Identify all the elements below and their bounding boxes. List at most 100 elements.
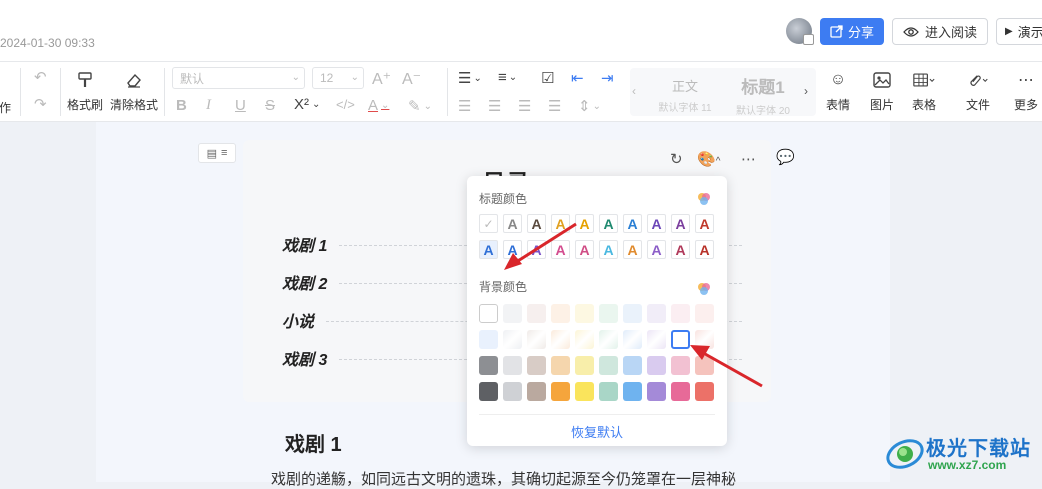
bg-color-swatch[interactable]	[479, 304, 498, 323]
file-button[interactable]: 文件	[966, 69, 990, 113]
bg-color-swatch[interactable]	[503, 304, 522, 323]
line-height-icon[interactable]: ⇕ ⌄	[578, 97, 601, 115]
title-color-swatch[interactable]: A	[623, 240, 642, 259]
checklist-icon[interactable]: ☑	[541, 69, 554, 87]
color-wheel-icon[interactable]	[696, 192, 712, 206]
bg-color-swatch[interactable]	[551, 330, 570, 349]
bg-color-swatch[interactable]	[695, 330, 714, 349]
style-body-option[interactable]: 正文 默认字体 11	[652, 76, 718, 114]
bullet-list-icon[interactable]: ☰ ⌄	[458, 69, 482, 87]
bg-color-swatch[interactable]	[623, 304, 642, 323]
bg-color-swatch[interactable]	[479, 356, 498, 375]
title-color-swatch[interactable]: A	[551, 214, 570, 233]
bg-color-swatch[interactable]	[503, 356, 522, 375]
font-color-icon[interactable]: A ⌄	[368, 97, 389, 114]
bg-color-swatch[interactable]	[551, 304, 570, 323]
title-color-swatch[interactable]: A	[695, 240, 714, 259]
more-button[interactable]: ⋯ 更多	[1014, 69, 1038, 113]
bg-color-swatch[interactable]	[527, 304, 546, 323]
bg-color-swatch[interactable]	[647, 356, 666, 375]
title-color-swatch[interactable]: A	[575, 214, 594, 233]
bg-color-swatch[interactable]	[695, 356, 714, 375]
bold-icon[interactable]: B	[176, 97, 187, 114]
bg-color-swatch[interactable]	[503, 330, 522, 349]
font-size-select[interactable]: 12 ⌄	[312, 67, 364, 89]
bg-color-swatch[interactable]	[575, 356, 594, 375]
bg-color-swatch[interactable]	[575, 330, 594, 349]
justify-icon[interactable]: ☰	[548, 97, 561, 115]
align-right-icon[interactable]: ☰	[518, 97, 531, 115]
outdent-icon[interactable]: ⇤	[571, 69, 584, 87]
bg-color-swatch[interactable]	[623, 382, 642, 401]
partial-left-tool[interactable]: 作	[0, 72, 16, 116]
bg-color-swatch[interactable]	[599, 382, 618, 401]
title-color-swatch[interactable]: A	[551, 240, 570, 259]
bg-color-swatch[interactable]	[647, 304, 666, 323]
bg-color-swatch[interactable]	[551, 356, 570, 375]
numbered-list-icon[interactable]: ≡ ⌄	[498, 69, 517, 86]
image-button[interactable]: 图片	[870, 69, 894, 113]
align-left-icon[interactable]: ☰	[458, 97, 471, 115]
highlight-icon[interactable]: ✎ ⌄	[408, 97, 432, 115]
title-color-swatch[interactable]: A	[527, 214, 546, 233]
clear-format-button[interactable]: 清除格式	[110, 69, 158, 113]
redo-icon[interactable]: ↷	[34, 95, 47, 113]
font-decrease-icon[interactable]: A⁻	[402, 69, 421, 89]
italic-icon[interactable]: I	[206, 97, 211, 114]
title-color-swatch[interactable]: A	[695, 214, 714, 233]
bg-color-swatch[interactable]	[623, 330, 642, 349]
bg-color-swatch[interactable]	[575, 382, 594, 401]
bg-color-swatch[interactable]	[599, 330, 618, 349]
title-color-swatch[interactable]: A	[527, 240, 546, 259]
bg-color-swatch[interactable]	[695, 382, 714, 401]
chevron-right-icon[interactable]: ›	[804, 84, 808, 98]
read-mode-button[interactable]: 进入阅读	[892, 18, 988, 45]
emoji-button[interactable]: ☺ 表情	[826, 69, 850, 113]
strikethrough-icon[interactable]: S	[265, 97, 275, 114]
font-family-select[interactable]: 默认 ⌄	[172, 67, 305, 89]
title-color-swatch[interactable]: A	[575, 240, 594, 259]
title-color-swatch[interactable]: A	[599, 214, 618, 233]
bg-color-swatch[interactable]	[647, 382, 666, 401]
bg-color-swatch-selected[interactable]	[671, 330, 690, 349]
indent-icon[interactable]: ⇥	[601, 69, 614, 87]
title-color-none[interactable]: ✓	[479, 214, 498, 233]
palette-icon[interactable]: 🎨^	[697, 150, 720, 168]
present-button[interactable]: ▶ 演示	[996, 18, 1042, 45]
bg-color-swatch[interactable]	[671, 356, 690, 375]
bg-color-swatch[interactable]	[599, 304, 618, 323]
block-handle[interactable]: ▤ ≡	[198, 143, 236, 163]
title-color-swatch[interactable]: A	[503, 214, 522, 233]
bg-color-swatch[interactable]	[623, 356, 642, 375]
title-color-swatch[interactable]: A	[479, 240, 498, 259]
title-color-swatch[interactable]: A	[623, 214, 642, 233]
comment-icon[interactable]: 💬	[776, 148, 795, 166]
bg-color-swatch[interactable]	[527, 382, 546, 401]
refresh-icon[interactable]: ↻	[670, 150, 683, 168]
bg-color-swatch[interactable]	[575, 304, 594, 323]
undo-icon[interactable]: ↶	[34, 68, 47, 86]
bg-color-swatch[interactable]	[671, 382, 690, 401]
more-options-icon[interactable]: ⋯	[741, 150, 756, 168]
share-button[interactable]: 分享	[820, 18, 884, 45]
title-color-swatch[interactable]: A	[671, 240, 690, 259]
style-h1-option[interactable]: 标题1 默认字体 20	[728, 73, 798, 117]
bg-color-swatch[interactable]	[479, 330, 498, 349]
superscript-icon[interactable]: X² ⌄	[294, 96, 320, 113]
title-color-swatch[interactable]: A	[647, 240, 666, 259]
title-color-swatch[interactable]: A	[671, 214, 690, 233]
format-painter-button[interactable]: 格式刷	[67, 69, 103, 113]
table-button[interactable]: 表格	[912, 69, 936, 113]
bg-color-swatch[interactable]	[479, 382, 498, 401]
align-center-icon[interactable]: ☰	[488, 97, 501, 115]
title-color-swatch[interactable]: A	[503, 240, 522, 259]
bg-color-swatch[interactable]	[695, 304, 714, 323]
code-icon[interactable]: </>	[336, 97, 355, 112]
bg-color-swatch[interactable]	[551, 382, 570, 401]
bg-color-swatch[interactable]	[647, 330, 666, 349]
bg-color-swatch[interactable]	[527, 330, 546, 349]
bg-color-swatch[interactable]	[671, 304, 690, 323]
reset-default-button[interactable]: 恢复默认	[467, 422, 727, 441]
font-increase-icon[interactable]: A⁺	[372, 69, 391, 89]
chevron-left-icon[interactable]: ‹	[632, 84, 636, 98]
